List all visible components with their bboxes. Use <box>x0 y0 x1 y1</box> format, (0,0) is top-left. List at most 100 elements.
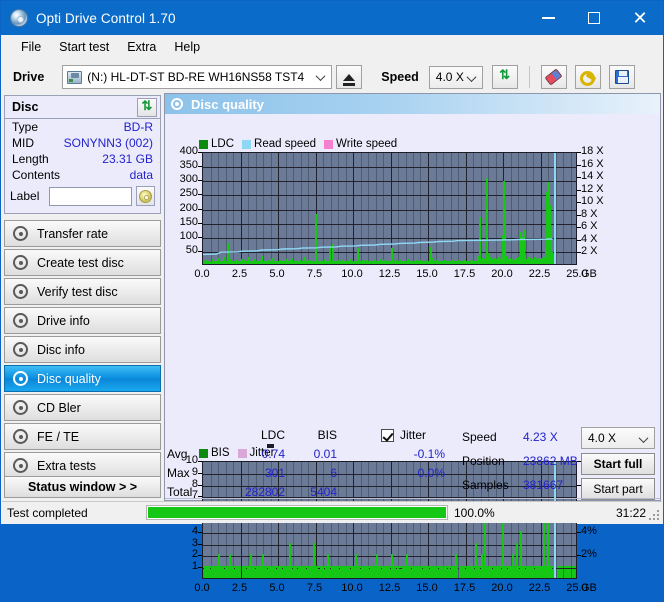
save-button[interactable] <box>608 65 635 89</box>
sidebar-item-fe-te[interactable]: FE / TE <box>4 423 161 450</box>
y2-axis-tick <box>577 252 581 254</box>
data-bar <box>463 566 465 578</box>
disc-refresh-button[interactable] <box>137 98 157 117</box>
drive-select[interactable]: (N:) HL-DT-ST BD-RE WH16NS58 TST4 <box>62 65 333 89</box>
save-icon <box>614 70 629 84</box>
status-window-button[interactable]: Status window > > <box>4 476 161 498</box>
data-bar <box>445 566 447 578</box>
test-speed-select[interactable]: 4.0 X <box>581 427 655 449</box>
position-label: Position <box>462 454 505 468</box>
x-axis-tick-label: 7.5 <box>306 582 323 594</box>
x-axis-tick-label: 15.0 <box>416 582 438 594</box>
sidebar-item-label: Disc info <box>37 342 85 357</box>
disc-label-input[interactable] <box>48 186 132 206</box>
minimize-button[interactable] <box>525 2 571 34</box>
y2-axis-tick <box>577 214 581 216</box>
jitter-checkbox[interactable] <box>381 429 394 442</box>
legend-swatch <box>324 139 334 149</box>
chevron-down-icon <box>315 71 326 82</box>
y2-axis-tick <box>577 164 581 166</box>
sidebar-item-label: Drive info <box>37 313 90 328</box>
data-bar <box>397 566 399 578</box>
menu-extra[interactable]: Extra <box>118 37 165 57</box>
y2-axis-tick-label: 6 X <box>581 220 598 233</box>
ldc-speed-chart: LDC Read speed Write speed 50 100 150 200 250 30… <box>165 134 660 289</box>
refresh-icon <box>498 67 511 83</box>
status-message: Test completed <box>7 505 88 520</box>
eject-icon <box>343 73 356 86</box>
y-axis-tick-label: 3 <box>191 536 198 549</box>
toolbar-divider <box>528 66 530 88</box>
disc-icon <box>13 342 28 357</box>
y2-axis-tick-label: 18 X <box>581 145 604 157</box>
y-axis-tick <box>198 222 202 224</box>
speed-select-value: 4.0 X <box>435 70 464 84</box>
position-marker <box>554 153 556 264</box>
y2-axis-tick-label: 4 X <box>581 232 598 245</box>
stats-row-label: Total <box>167 485 193 499</box>
sidebar-item-label: FE / TE <box>37 429 80 444</box>
speed-select[interactable]: 4.0 X <box>428 65 483 89</box>
y-axis-tick <box>198 166 202 168</box>
data-bar <box>337 566 339 578</box>
sidebar-item-cd-bler[interactable]: CD Bler <box>4 394 161 421</box>
disc-label-row: Label <box>5 186 160 206</box>
disc-property-row: Contents data <box>5 167 160 183</box>
stats-value-bis: 5404 <box>310 485 337 499</box>
y-axis-tick-label: 400 <box>179 145 198 157</box>
tools-button[interactable] <box>574 65 601 89</box>
menu-help[interactable]: Help <box>165 37 209 57</box>
disc-label-cd-button[interactable] <box>135 186 155 206</box>
disc-icon <box>13 226 28 241</box>
disc-icon <box>13 313 28 328</box>
eject-button[interactable] <box>336 65 363 89</box>
y-axis-tick-label: 200 <box>179 201 198 214</box>
window-title: Opti Drive Control 1.70 <box>36 10 176 26</box>
y-axis-tick-label: 50 <box>185 243 198 256</box>
drive-label: Drive <box>13 70 45 84</box>
refresh-button[interactable] <box>491 65 518 89</box>
x-axis-tick-label: 20.0 <box>491 268 513 280</box>
disc-properties: Type BD-R MID SONYNN3 (002) Length 23.31 GB Co… <box>5 119 160 183</box>
start-full-button[interactable]: Start full <box>581 453 655 475</box>
resize-grip[interactable] <box>649 510 659 520</box>
sidebar-item-verify-test-disc[interactable]: Verify test disc <box>4 278 161 305</box>
sidebar-item-extra-tests[interactable]: Extra tests <box>4 452 161 479</box>
samples-value: 381667 <box>523 478 564 492</box>
start-part-button[interactable]: Start part <box>581 478 655 500</box>
y-axis-tick <box>198 567 202 569</box>
data-bar <box>490 566 492 578</box>
close-button[interactable]: ✕ <box>617 2 663 34</box>
data-bar <box>290 566 292 578</box>
data-bar <box>472 566 474 578</box>
disc-property-key: Type <box>12 120 39 134</box>
disc-property-row: MID SONYNN3 (002) <box>5 135 160 151</box>
y2-axis-tick <box>577 227 581 229</box>
menu-start-test[interactable]: Start test <box>50 37 118 57</box>
legend-label: Write speed <box>336 138 398 150</box>
sidebar-item-disc-quality[interactable]: Disc quality <box>4 365 161 392</box>
sidebar-item-create-test-disc[interactable]: Create test disc <box>4 249 161 276</box>
sidebar-item-transfer-rate[interactable]: Transfer rate <box>4 220 161 247</box>
menu-file[interactable]: File <box>12 37 50 57</box>
sidebar-item-label: Extra tests <box>37 458 97 473</box>
x-axis-tick-label: 17.5 <box>453 582 476 594</box>
progress-bar-fill <box>148 507 446 518</box>
data-bar <box>244 566 246 578</box>
data-bar <box>358 566 360 578</box>
sidebar-item-drive-info[interactable]: Drive info <box>4 307 161 334</box>
y-axis-tick <box>198 236 202 238</box>
data-bar <box>348 566 350 578</box>
data-bar <box>367 566 369 578</box>
y-axis-tick <box>198 152 202 153</box>
title-bar: Opti Drive Control 1.70 ✕ <box>1 1 663 35</box>
y-axis-tick-label: 300 <box>179 173 198 186</box>
x-axis-tick-label: 0.0 <box>194 582 210 594</box>
x-axis-tick-label: 5.0 <box>269 268 285 280</box>
erase-button[interactable] <box>540 65 567 89</box>
maximize-button[interactable] <box>571 2 617 34</box>
speed-label: Speed <box>381 70 419 84</box>
sidebar-item-disc-info[interactable]: Disc info <box>4 336 161 363</box>
window-controls: ✕ <box>525 2 663 34</box>
y2-axis-tick <box>577 239 581 241</box>
